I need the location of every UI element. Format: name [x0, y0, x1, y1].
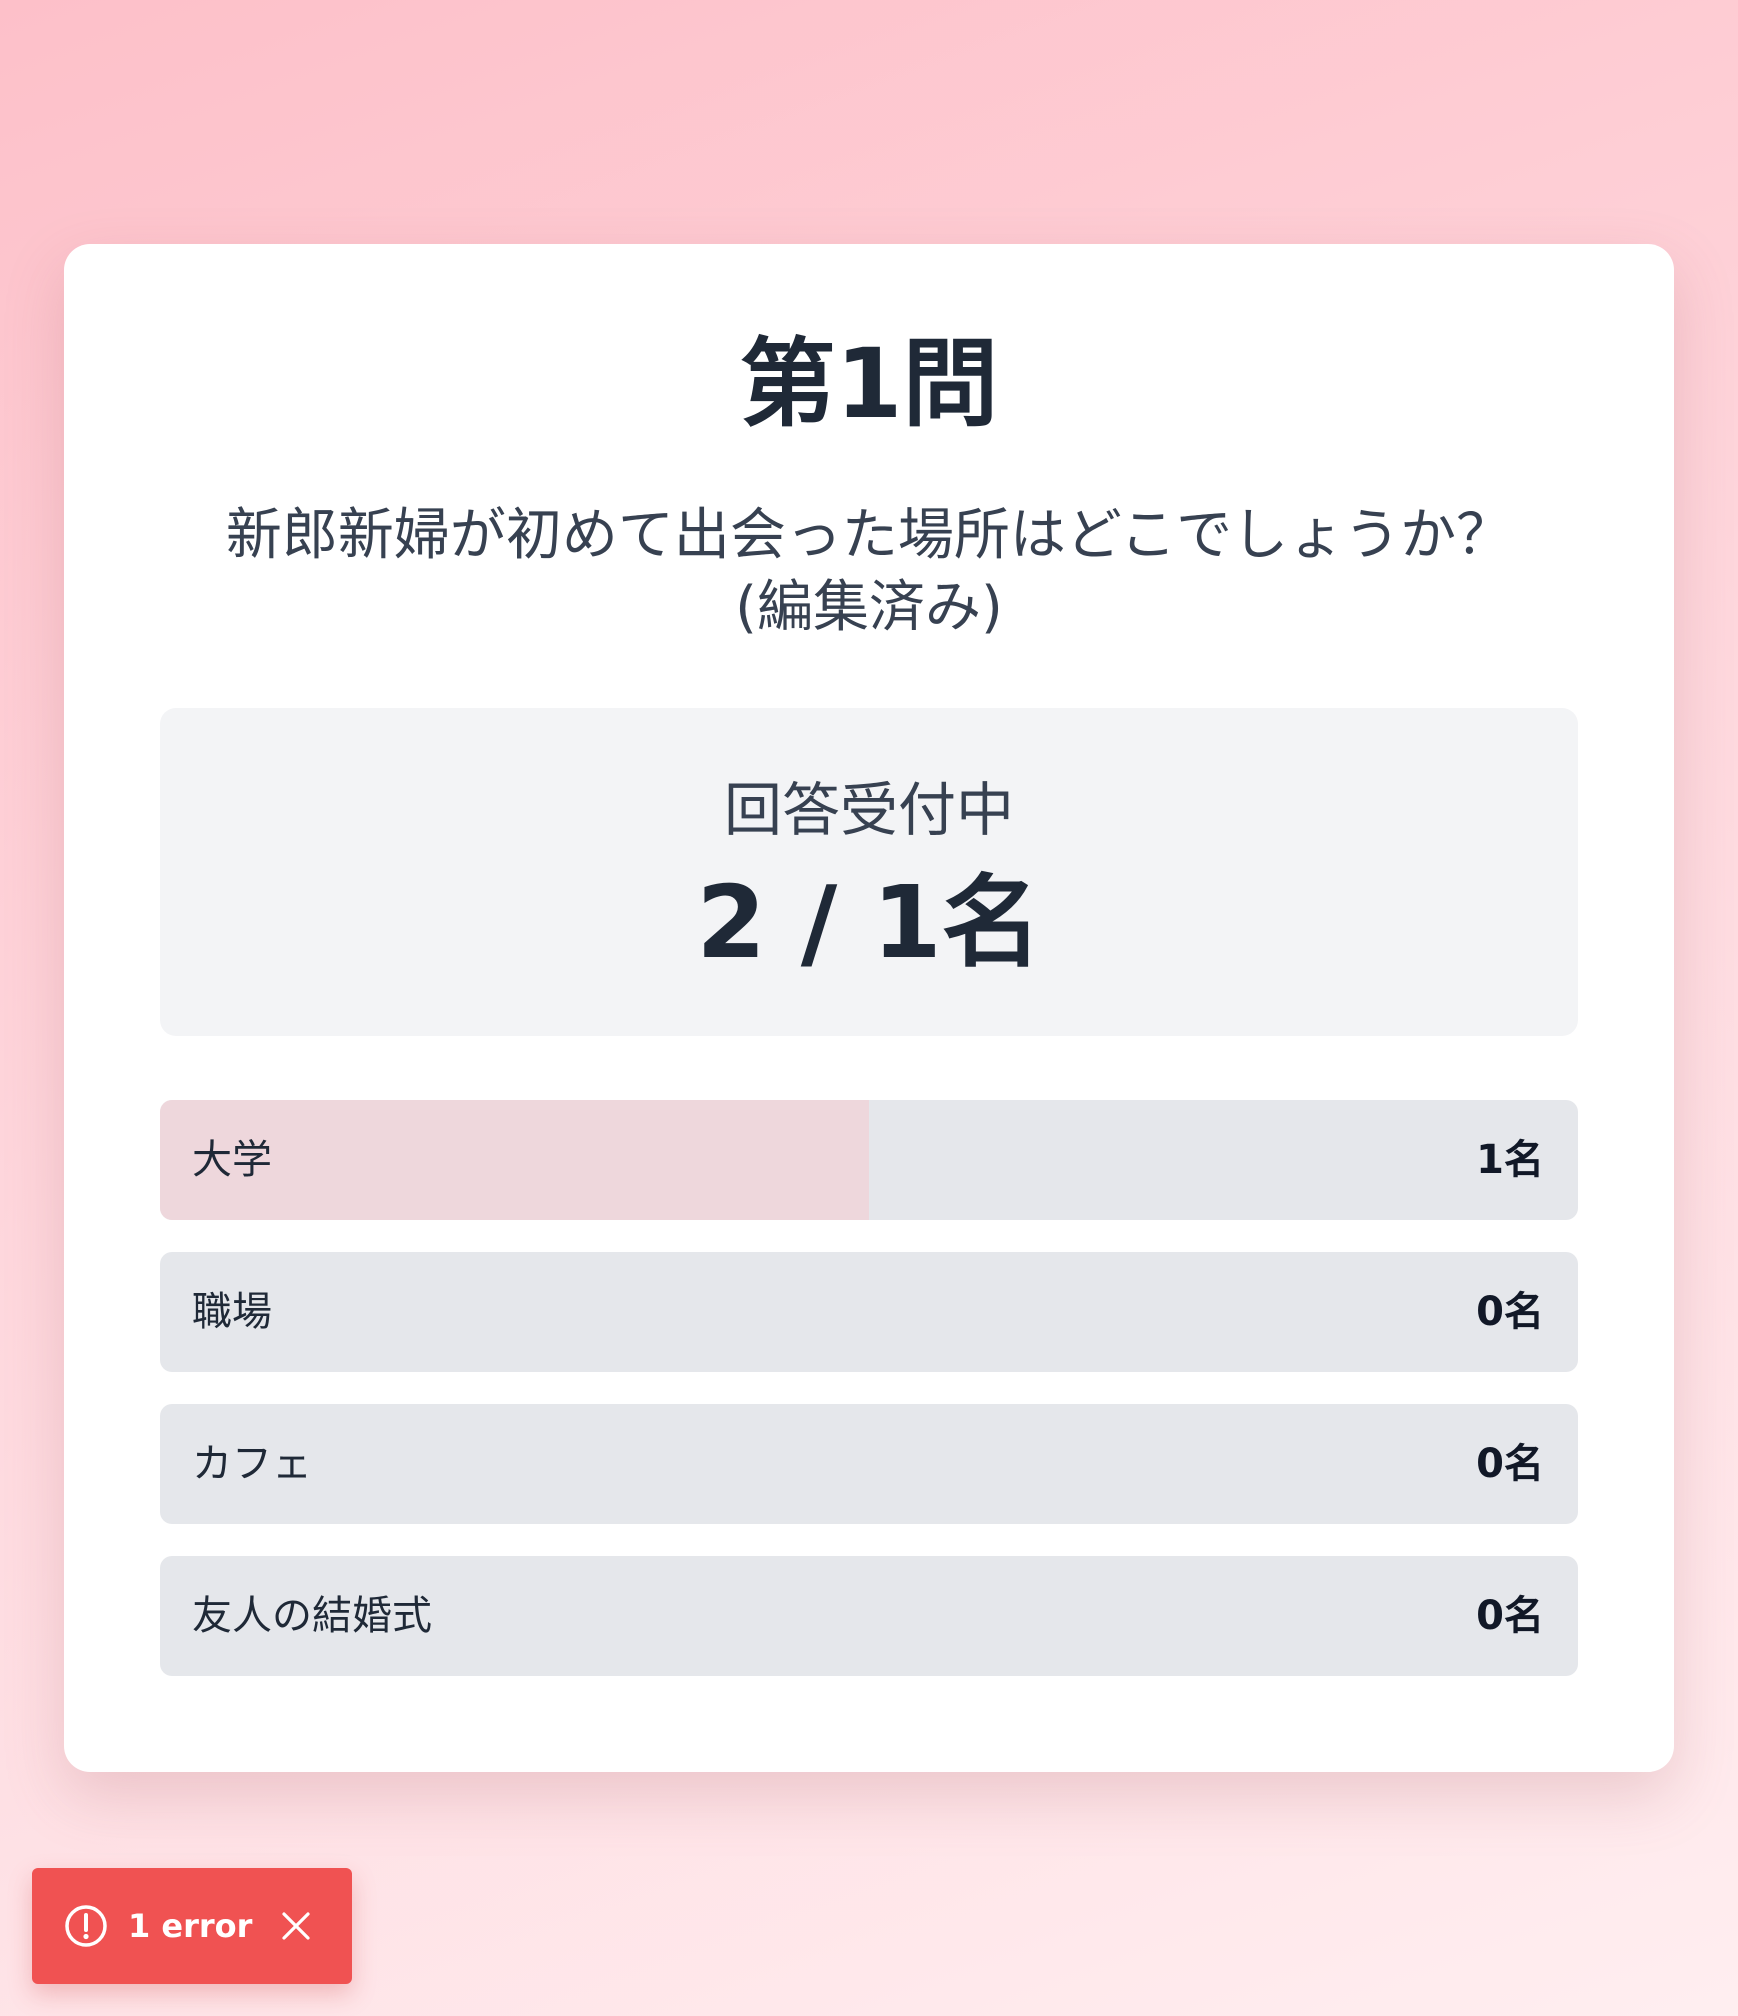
question-text-line-2: (編集済み): [735, 575, 1003, 640]
option-count: 0名: [1476, 1441, 1544, 1487]
close-icon[interactable]: [276, 1906, 316, 1946]
option-row-friends-wedding: 友人の結婚式 0名: [160, 1556, 1578, 1676]
option-row-cafe: カフェ 0名: [160, 1404, 1578, 1524]
option-count: 0名: [1476, 1593, 1544, 1639]
error-toast[interactable]: 1 error: [32, 1868, 352, 1984]
alert-circle-icon: [64, 1904, 108, 1948]
answer-options-list: 大学 1名 職場 0名 カフェ 0名 友人の結婚式 0名: [160, 1100, 1578, 1708]
option-label: 職場: [192, 1289, 272, 1335]
option-label: 友人の結婚式: [192, 1593, 432, 1639]
question-card: 第1問 新郎新婦が初めて出会った場所はどこでしょうか？ (編集済み) 回答受付中…: [64, 244, 1674, 1772]
answer-count: 2 / 1名: [696, 864, 1042, 981]
error-count-text[interactable]: 1 error: [128, 1868, 252, 1984]
question-text-line-1: 新郎新婦が初めて出会った場所はどこでしょうか？: [225, 503, 1513, 568]
question-number-title: 第1問: [739, 328, 999, 440]
option-label: カフェ: [192, 1441, 312, 1487]
question-text: 新郎新婦が初めて出会った場所はどこでしょうか？ (編集済み): [160, 500, 1578, 644]
option-row-university: 大学 1名: [160, 1100, 1578, 1220]
option-label: 大学: [192, 1137, 272, 1183]
answer-status-label: 回答受付中: [723, 776, 1014, 844]
option-count: 1名: [1476, 1137, 1544, 1183]
option-row-workplace: 職場 0名: [160, 1252, 1578, 1372]
answer-status-panel: 回答受付中 2 / 1名: [160, 708, 1578, 1036]
option-count: 0名: [1476, 1289, 1544, 1335]
